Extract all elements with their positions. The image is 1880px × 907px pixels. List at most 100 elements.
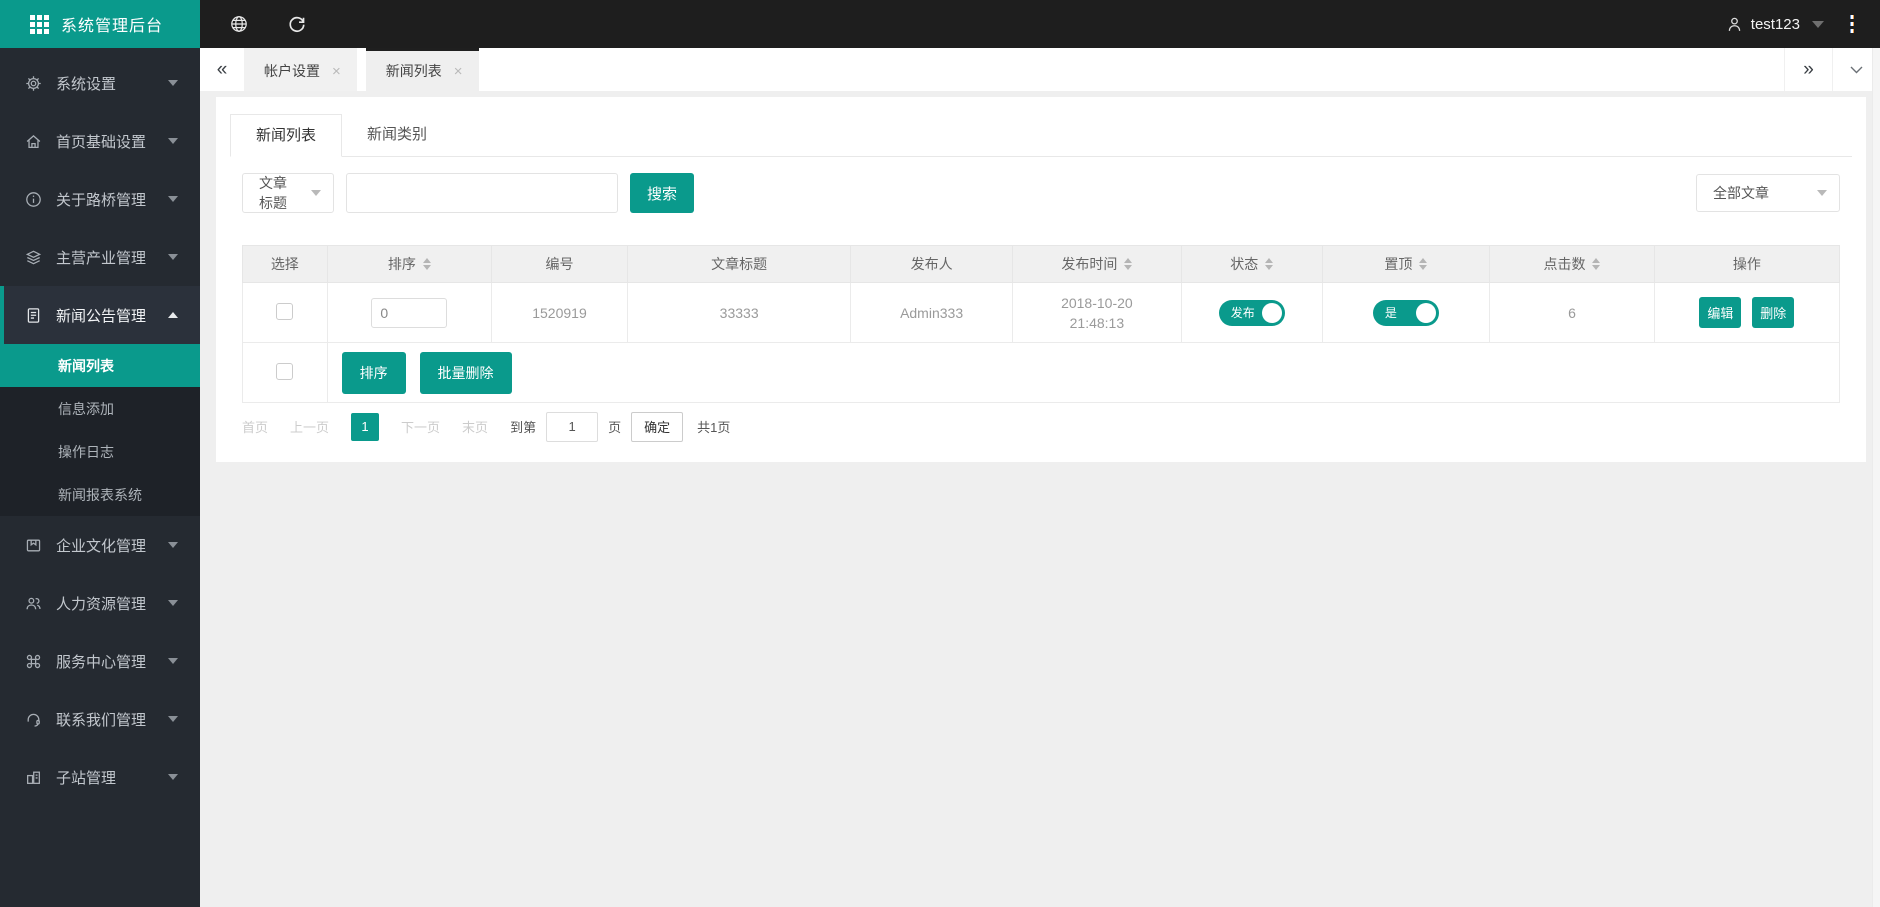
sidebar-item-label: 人力资源管理 xyxy=(56,595,147,613)
pagination: 首页 上一页 1 下一页 末页 到第 页 确定 共1页 xyxy=(242,403,1840,450)
page-tab-account-settings[interactable]: 帐户设置 × xyxy=(244,48,357,91)
pagination-first[interactable]: 首页 xyxy=(242,417,268,436)
sidebar-item-operation-log[interactable]: 操作日志 xyxy=(0,430,200,473)
sort-icon[interactable] xyxy=(1592,258,1601,270)
app-root: 系统管理后台 系统设置 首页基础设置 关于路桥管理 主营产业管理 新闻公告管理 … xyxy=(0,0,1880,907)
chevron-down-icon xyxy=(1817,190,1827,196)
search-input[interactable] xyxy=(346,173,618,213)
column-status[interactable]: 状态 xyxy=(1181,245,1323,283)
collapse-tabs-left-icon[interactable]: « xyxy=(200,48,244,91)
pagination-last[interactable]: 末页 xyxy=(462,417,488,436)
pinned-toggle[interactable]: 是 xyxy=(1372,299,1439,326)
sidebar-item-label: 企业文化管理 xyxy=(56,537,147,555)
column-id: 编号 xyxy=(491,245,628,283)
sidebar-subitem-label: 新闻列表 xyxy=(58,357,114,374)
headset-icon xyxy=(24,710,42,728)
batch-delete-button[interactable]: 批量删除 xyxy=(419,351,512,394)
info-icon xyxy=(24,190,42,208)
pagination-next[interactable]: 下一页 xyxy=(401,417,440,436)
flag-icon xyxy=(24,536,42,554)
row-title: 33333 xyxy=(626,282,852,343)
row-sort-input[interactable] xyxy=(371,297,448,328)
batch-sort-button[interactable]: 排序 xyxy=(341,351,406,394)
column-title: 文章标题 xyxy=(626,245,852,283)
close-icon[interactable]: × xyxy=(454,64,463,79)
sidebar-item-news-list[interactable]: 新闻列表 xyxy=(0,344,200,387)
sort-icon[interactable] xyxy=(1124,258,1133,270)
sidebar-nav: 系统设置 首页基础设置 关于路桥管理 主营产业管理 新闻公告管理 新闻列表 信息… xyxy=(0,48,200,806)
gear-icon xyxy=(24,74,42,92)
column-sort[interactable]: 排序 xyxy=(326,245,493,283)
close-icon[interactable]: × xyxy=(332,64,341,79)
pagination-page-input[interactable] xyxy=(546,411,599,442)
scrollbar[interactable] xyxy=(1872,48,1880,907)
news-table: 选择 排序 编号 文章标题 发布人 发布时间 状态 置顶 点击数 操作 0 15… xyxy=(242,245,1841,403)
row-checkbox[interactable] xyxy=(276,302,294,320)
sidebar-item-contact-management[interactable]: 联系我们管理 xyxy=(0,690,200,748)
sidebar-item-info-add[interactable]: 信息添加 xyxy=(0,387,200,430)
sidebar-item-substation-management[interactable]: 子站管理 xyxy=(0,748,200,806)
sidebar-item-news-report[interactable]: 新闻报表系统 xyxy=(0,473,200,516)
article-filter-value: 全部文章 xyxy=(1713,185,1769,201)
sort-icon[interactable] xyxy=(422,258,431,270)
pagination-confirm-button[interactable]: 确定 xyxy=(631,411,684,442)
status-toggle[interactable]: 发布 xyxy=(1218,299,1285,326)
news-card: 新闻列表 新闻类别 文章标题 搜索 全部文章 选择 排序 编号 文章标题 发布人… xyxy=(216,97,1866,462)
tab-news-category[interactable]: 新闻类别 xyxy=(342,114,452,157)
app-title: 系统管理后台 xyxy=(61,18,164,35)
row-clicks: 6 xyxy=(1489,282,1655,343)
collapse-tabs-right-icon[interactable]: » xyxy=(1784,48,1832,91)
home-icon xyxy=(24,132,42,150)
pagination-prev[interactable]: 上一页 xyxy=(290,417,329,436)
column-pinned[interactable]: 置顶 xyxy=(1321,245,1491,283)
select-all-checkbox[interactable] xyxy=(276,362,294,380)
column-publisher: 发布人 xyxy=(850,245,1013,283)
chevron-down-icon xyxy=(168,774,178,780)
sort-icon[interactable] xyxy=(1265,258,1274,270)
sidebar-item-service-center[interactable]: 服务中心管理 xyxy=(0,632,200,690)
page-tab-news-list[interactable]: 新闻列表 × xyxy=(365,48,479,91)
refresh-icon[interactable] xyxy=(288,15,306,33)
tab-news-list[interactable]: 新闻列表 xyxy=(230,114,343,157)
sidebar-subitem-label: 操作日志 xyxy=(58,443,114,460)
chevron-down-icon xyxy=(168,716,178,722)
chevron-down-icon xyxy=(168,80,178,86)
status-toggle-label: 发布 xyxy=(1230,306,1255,320)
sidebar-submenu-news: 新闻列表 信息添加 操作日志 新闻报表系统 xyxy=(0,344,200,516)
sidebar-item-about-management[interactable]: 关于路桥管理 xyxy=(0,170,200,228)
sidebar-item-industry-management[interactable]: 主营产业管理 xyxy=(0,228,200,286)
pagination-current-page[interactable]: 1 xyxy=(351,412,380,441)
table-row: 1520919 33333 Admin333 2018-10-20 21:48:… xyxy=(242,282,1841,343)
user-menu[interactable]: test123 xyxy=(1726,16,1824,33)
globe-icon[interactable] xyxy=(230,15,248,33)
column-actions: 操作 xyxy=(1653,245,1841,283)
sidebar-item-label: 联系我们管理 xyxy=(56,711,147,729)
article-filter-select[interactable]: 全部文章 xyxy=(1696,174,1840,212)
pagination-total: 共1页 xyxy=(697,420,731,435)
sidebar-item-news-management[interactable]: 新闻公告管理 xyxy=(0,286,200,344)
column-clicks[interactable]: 点击数 xyxy=(1489,245,1655,283)
sidebar-item-culture-management[interactable]: 企业文化管理 xyxy=(0,516,200,574)
delete-button[interactable]: 删除 xyxy=(1752,297,1795,328)
grid-icon xyxy=(30,14,49,34)
search-field-select[interactable]: 文章标题 xyxy=(242,173,334,213)
sidebar-item-homepage-settings[interactable]: 首页基础设置 xyxy=(0,112,200,170)
user-icon xyxy=(1726,16,1743,33)
edit-button[interactable]: 编辑 xyxy=(1699,297,1742,328)
table-header-row: 选择 排序 编号 文章标题 发布人 发布时间 状态 置顶 点击数 操作 xyxy=(242,245,1841,283)
column-publish-time[interactable]: 发布时间 xyxy=(1011,245,1183,283)
sidebar-item-label: 关于路桥管理 xyxy=(56,191,147,209)
sidebar-item-hr-management[interactable]: 人力资源管理 xyxy=(0,574,200,632)
row-id: 1520919 xyxy=(491,282,628,343)
pagination-page-unit: 页 xyxy=(608,420,622,435)
sidebar-subitem-label: 新闻报表系统 xyxy=(58,486,142,503)
pinned-toggle-label: 是 xyxy=(1384,306,1397,320)
sort-icon[interactable] xyxy=(1419,258,1428,270)
app-logo: 系统管理后台 xyxy=(0,0,200,48)
sidebar-item-system-settings[interactable]: 系统设置 xyxy=(0,54,200,112)
toggle-knob xyxy=(1261,302,1282,323)
topbar: test123 xyxy=(200,0,1880,48)
search-button[interactable]: 搜索 xyxy=(630,173,694,213)
kebab-icon[interactable] xyxy=(1850,15,1854,33)
building-icon xyxy=(24,768,42,786)
